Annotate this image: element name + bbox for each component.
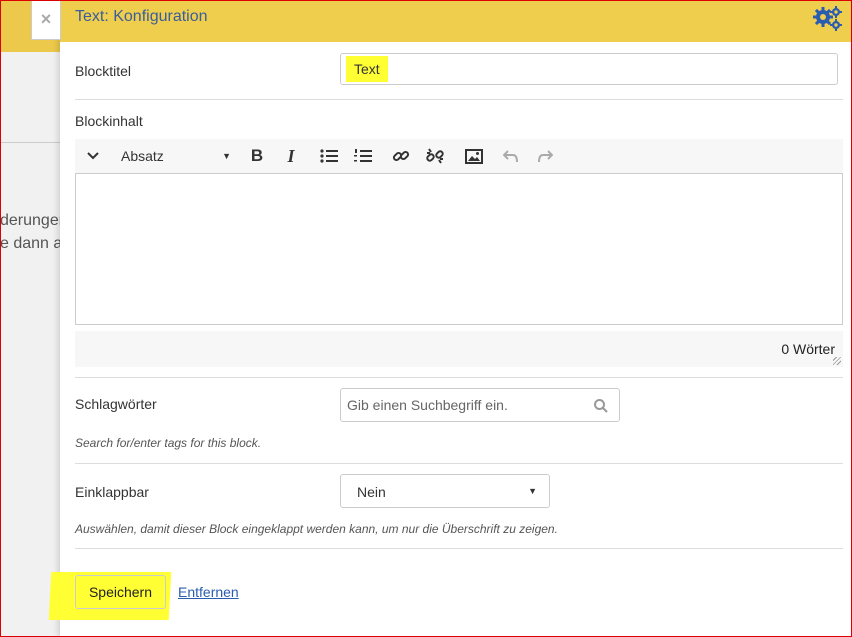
panel-header: Text: Konfiguration — [60, 0, 852, 42]
redo-button[interactable] — [535, 145, 555, 167]
italic-icon: I — [287, 145, 295, 166]
remove-link[interactable]: Entfernen — [178, 584, 239, 600]
format-select[interactable]: Absatz ▼ — [121, 145, 231, 167]
collapsible-label: Einklappbar — [75, 484, 149, 500]
editor-content-area[interactable] — [75, 173, 843, 325]
divider — [75, 463, 843, 464]
tags-label: Schlagwörter — [75, 396, 157, 412]
bold-icon: B — [250, 146, 264, 165]
bullet-list-button[interactable] — [319, 145, 339, 167]
block-title-value: Text — [346, 56, 388, 82]
background-text-1: derungen — [0, 212, 68, 229]
image-button[interactable] — [463, 145, 485, 167]
link-icon — [392, 150, 410, 162]
caret-down-icon: ▼ — [222, 151, 231, 161]
background-divider — [0, 142, 62, 143]
background-text-2: e dann a — [0, 235, 63, 252]
config-panel: Text: Konfiguration Blocktitel Text Bloc… — [48, 0, 852, 637]
block-content-label: Blockinhalt — [75, 113, 143, 129]
unlink-button[interactable] — [425, 145, 445, 167]
collapsible-select-value: Nein — [357, 484, 386, 500]
close-button[interactable]: × — [31, 0, 61, 40]
collapsible-hint: Auswählen, damit dieser Block eingeklapp… — [75, 522, 558, 536]
caret-down-icon: ▼ — [528, 486, 537, 496]
word-count: 0 Wörter — [781, 341, 835, 357]
editor-statusbar: 0 Wörter — [75, 331, 843, 367]
undo-icon — [503, 150, 518, 163]
divider — [75, 548, 843, 549]
gears-icon[interactable] — [812, 5, 844, 33]
bullet-list-icon — [320, 149, 338, 163]
numbered-list-icon — [354, 149, 372, 162]
block-title-label: Blocktitel — [75, 63, 132, 79]
unlink-icon — [426, 148, 444, 164]
background-content — [0, 52, 62, 637]
block-title-input[interactable]: Text — [340, 53, 838, 85]
italic-button[interactable]: I — [281, 145, 301, 167]
redo-icon — [538, 150, 553, 163]
panel-title: Text: Konfiguration — [75, 8, 208, 25]
search-icon — [594, 399, 608, 413]
editor-toolbar: Absatz ▼ B I — [75, 139, 843, 173]
tags-search-input[interactable]: Gib einen Suchbegriff ein. — [340, 388, 620, 422]
numbered-list-button[interactable] — [353, 145, 373, 167]
collapsible-select[interactable]: Nein ▼ — [340, 474, 550, 508]
save-button[interactable]: Speichern — [75, 575, 166, 609]
chevron-down-icon — [87, 152, 99, 160]
divider — [75, 99, 843, 100]
image-icon — [465, 148, 483, 164]
undo-button[interactable] — [501, 145, 521, 167]
resize-grip-icon[interactable] — [833, 357, 841, 365]
format-select-value: Absatz — [121, 148, 164, 164]
close-icon: × — [40, 9, 52, 29]
link-button[interactable] — [391, 145, 411, 167]
collapse-toolbar-button[interactable] — [83, 145, 103, 167]
tags-hint: Search for/enter tags for this block. — [75, 436, 262, 450]
bold-button[interactable]: B — [247, 145, 267, 167]
tags-search-placeholder: Gib einen Suchbegriff ein. — [347, 397, 508, 413]
divider — [75, 377, 843, 378]
